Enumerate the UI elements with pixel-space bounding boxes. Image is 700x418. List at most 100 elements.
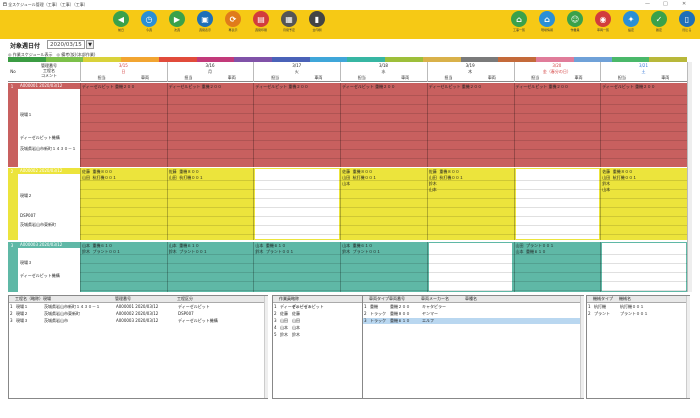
toolbar-button-6[interactable]: ▦ 月間予定 bbox=[278, 11, 300, 33]
close-button[interactable]: ✕ bbox=[682, 1, 686, 7]
panel-cell: ヤンマー bbox=[422, 311, 438, 316]
row-line bbox=[80, 140, 687, 141]
row-number: 1 bbox=[10, 84, 14, 89]
day-cell[interactable]: 山本 重機６１０ 鈴木 プラント００１ bbox=[82, 243, 166, 291]
panel-cell: プラント bbox=[594, 311, 610, 316]
panel-p2: 作業員 略称 1 ディーゼルピット ディーゼルピット 2 佐藤 佐藤 3 山田 山田 4 山本 山本 5 鈴木… bbox=[272, 295, 366, 399]
panel-row[interactable]: 2 現場２ 茨城県岩山市東新町 A000002 2020/03/12 DSP007 bbox=[9, 311, 267, 317]
day-cell[interactable]: ディーゼルピット 重機２００ bbox=[602, 84, 686, 166]
day-cell[interactable]: ディーゼルピット 重機２００ bbox=[516, 84, 600, 166]
day-cell[interactable]: 山田 プラント００１ 山本 重機６１０ bbox=[516, 243, 600, 291]
day-date: 3/18 bbox=[378, 63, 388, 68]
refresh-icon: ⟳ bbox=[225, 11, 241, 27]
panel-row[interactable]: 3 トラック 重機６１０ エルフ bbox=[363, 318, 583, 324]
toolbar-button-2[interactable]: ▶ 次週 bbox=[166, 11, 188, 33]
panel-cell: 現場３ bbox=[16, 318, 28, 323]
toolbar-button-0[interactable]: ◀ 前日 bbox=[110, 11, 132, 33]
panel-row[interactable]: 5 鈴木 鈴木 bbox=[273, 332, 365, 338]
panel-cell: 3 bbox=[10, 318, 13, 323]
panel-cell: A000002 2020/03/12 bbox=[116, 311, 159, 316]
panel-scrollbar[interactable] bbox=[686, 296, 690, 398]
day-cell[interactable]: ディーゼルピット 重機２００ bbox=[169, 84, 253, 166]
panel-scrollbar[interactable] bbox=[580, 296, 584, 398]
row-line bbox=[80, 180, 687, 181]
panel-row[interactable]: 1 現場１ 茨城県岩山市新町１４３０－１ A000001 2020/03/12 ディーゼ… bbox=[9, 304, 267, 310]
day-cell[interactable]: 山本 重機６１０ 鈴木 プラント００１ bbox=[342, 243, 426, 291]
panel-cell: 山本 bbox=[280, 325, 288, 330]
panel-cell: 杭打機 bbox=[594, 304, 606, 309]
target-date-input[interactable]: 2020/03/15 bbox=[47, 40, 85, 49]
house-icon: ⌂ bbox=[511, 11, 527, 27]
panel-row[interactable]: 2 佐藤 佐藤 bbox=[273, 311, 365, 317]
row-line bbox=[80, 234, 687, 235]
day-date: 3/17 bbox=[292, 63, 302, 68]
panel-row[interactable]: 2 プラント プラント００１ bbox=[587, 311, 689, 317]
day-sub-staff: 担当 bbox=[97, 75, 106, 80]
panel-cell: 5 bbox=[274, 332, 277, 337]
title-bar: 🗖 全スケジュール管理（工事）（工事）（工事） — □ ✕ bbox=[0, 0, 700, 10]
row-id[interactable]: A000003 2020/03/12 bbox=[18, 242, 80, 248]
toolbar-button-label: 再表示 bbox=[228, 28, 238, 32]
panel-cell: 1 bbox=[588, 304, 591, 309]
panel-row[interactable]: 4 山本 山本 bbox=[273, 325, 365, 331]
calendar-dropdown-button[interactable]: ▼ bbox=[86, 40, 94, 49]
schedule-row-2: 2 A000002 2020/03/12 現場２ DSP007 茨城県岩山市東新町 佐藤 … bbox=[8, 168, 687, 240]
day-cell[interactable]: ディーゼルピット 重機２００ bbox=[255, 84, 339, 166]
row-id[interactable]: A000002 2020/03/12 bbox=[18, 168, 80, 174]
toolbar-right-button-3[interactable]: ◉ 車両一覧 bbox=[592, 11, 614, 33]
toolbar-button-1[interactable]: ◷ 今週 bbox=[138, 11, 160, 33]
day-divider bbox=[426, 242, 428, 292]
day-cell[interactable]: ディーゼルピット 重機２００ bbox=[342, 84, 426, 166]
panel-cell: 重機２００ bbox=[390, 304, 410, 309]
panel-cell: 佐藤 bbox=[280, 311, 288, 316]
day-sub-staff: 担当 bbox=[184, 75, 193, 80]
day-divider bbox=[600, 242, 602, 292]
panel-column-header: 車両番号 bbox=[389, 296, 405, 301]
day-cell[interactable]: ディーゼルピット 重機２００ bbox=[82, 84, 166, 166]
panel-cell: 重機６１０ bbox=[390, 318, 410, 323]
panel-cell: トラック bbox=[370, 311, 386, 316]
toolbar-button-4[interactable]: ⟳ 再表示 bbox=[222, 11, 244, 33]
toolbar-right-button-6[interactable]: ▯ 閉じる bbox=[676, 11, 698, 33]
truck-icon: ▣ bbox=[197, 11, 213, 27]
toolbar-button-3[interactable]: ▣ 週間表示 bbox=[194, 11, 216, 33]
toolbar-button-7[interactable]: ▮ 全印刷 bbox=[306, 11, 328, 33]
panel-row[interactable]: 3 現場３ 茨城県岩山市 A000003 2020/03/12 ディーゼルピット機構 bbox=[9, 318, 267, 324]
panel-row[interactable]: 1 杭打機 杭打機００１ bbox=[587, 304, 689, 310]
panel-cell: 現場１ bbox=[16, 304, 28, 309]
panel-cell: 佐藤 bbox=[292, 311, 300, 316]
panel-scrollbar[interactable] bbox=[264, 296, 268, 398]
window-title: 🗖 全スケジュール管理（工事）（工事）（工事） bbox=[3, 1, 88, 7]
toolbar-right-button-0[interactable]: ⌂ 工事一覧 bbox=[508, 11, 530, 33]
panel-cell: 山田 bbox=[280, 318, 288, 323]
panel-column-header: 工程区分 bbox=[177, 296, 193, 301]
panel-cell: 3 bbox=[274, 318, 277, 323]
panel-row[interactable]: 1 ディーゼルピット ディーゼルピット bbox=[273, 304, 365, 310]
row-memo: ディーゼルピット機構 bbox=[20, 135, 60, 141]
row-id[interactable]: A000001 2020/03/12 bbox=[18, 83, 80, 89]
day-sub-staff: 担当 bbox=[531, 75, 540, 80]
toolbar-right-button-5[interactable]: ✓ 確定 bbox=[648, 11, 670, 33]
row-line bbox=[80, 95, 687, 96]
toolbar-right-button-1[interactable]: ⌂ 現場情報 bbox=[536, 11, 558, 33]
day-cell[interactable]: ディーゼルピット 重機２００ bbox=[429, 84, 513, 166]
maximize-button[interactable]: □ bbox=[663, 1, 668, 7]
panel-row[interactable]: 1 重機 重機２００ キャタピラー bbox=[363, 304, 583, 310]
toolbar-button-5[interactable]: ▤ 週間印刷 bbox=[250, 11, 272, 33]
row-info: A000003 2020/03/12 現場３ ディーゼルピット機構 bbox=[18, 242, 80, 292]
day-divider bbox=[80, 168, 81, 240]
day-cell[interactable] bbox=[428, 243, 513, 291]
row-line bbox=[80, 281, 687, 282]
panel-cell: 現場２ bbox=[16, 311, 28, 316]
panel-row[interactable]: 3 山田 山田 bbox=[273, 318, 365, 324]
minimize-button[interactable]: — bbox=[645, 1, 650, 7]
day-cell[interactable] bbox=[602, 243, 686, 291]
panel-cell: 鈴木 bbox=[292, 332, 300, 337]
day-cell[interactable]: 山本 重機６１０ 鈴木 プラント００１ bbox=[255, 243, 339, 291]
toolbar-right-button-4[interactable]: ✦ 設定 bbox=[620, 11, 642, 33]
worker-icon: ☺ bbox=[567, 11, 583, 27]
toolbar-right-button-2[interactable]: ☺ 作業員 bbox=[564, 11, 586, 33]
panel-row[interactable]: 2 トラック 重機８００ ヤンマー bbox=[363, 311, 583, 317]
grid-scrollbar[interactable] bbox=[687, 62, 692, 292]
day-cell[interactable]: 山本 重機６１０ 鈴木 プラント００１ bbox=[169, 243, 253, 291]
